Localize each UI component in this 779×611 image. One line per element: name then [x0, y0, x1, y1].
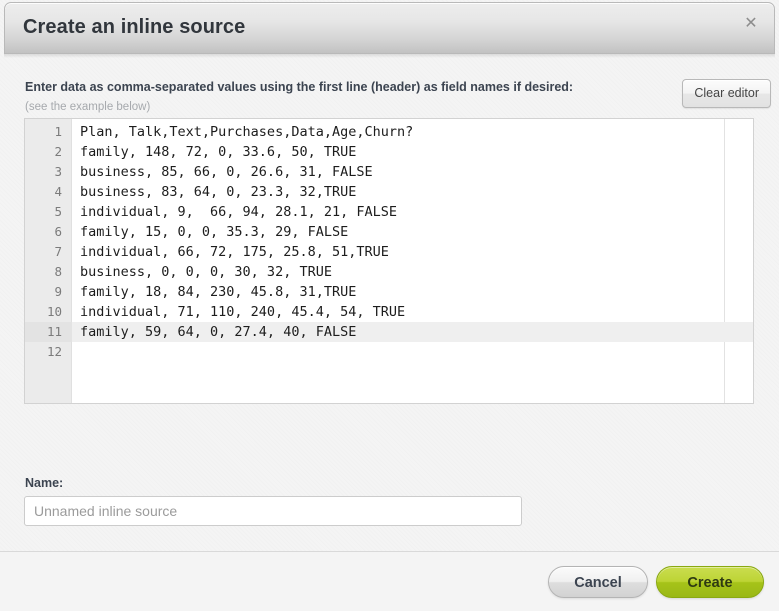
dialog-footer: Cancel Create: [0, 552, 779, 611]
editor-line-text: business, 83, 64, 0, 23.3, 32,TRUE: [80, 184, 357, 200]
clear-editor-button[interactable]: Clear editor: [682, 79, 771, 108]
name-label: Name:: [25, 476, 64, 490]
editor-line-number: 10: [46, 304, 62, 319]
editor-line[interactable]: 6 family, 15, 0, 0, 35.3, 29, FALSE: [25, 222, 753, 242]
editor-line-number: 1: [54, 124, 62, 139]
name-input[interactable]: [24, 496, 522, 526]
editor-line-number: 4: [54, 184, 62, 199]
instruction-subtext: (see the example below): [25, 101, 151, 113]
editor-line[interactable]: 10 individual, 71, 110, 240, 45.4, 54, TR…: [25, 302, 753, 322]
dialog-title: Create an inline source: [23, 16, 246, 38]
editor-line-text: individual, 71, 110, 240, 45.4, 54, TRUE: [80, 304, 406, 320]
instruction-block: Enter data as comma-separated values usi…: [25, 80, 655, 114]
editor-line[interactable]: 11 family, 59, 64, 0, 27.4, 40, FALSE: [25, 322, 753, 342]
editor-line-number: 3: [54, 164, 62, 179]
editor-line-number: 8: [54, 264, 62, 279]
close-icon[interactable]: ✕: [742, 15, 760, 33]
editor-line-number: 6: [54, 224, 62, 239]
editor-line-text: family, 59, 64, 0, 27.4, 40, FALSE: [80, 324, 357, 340]
create-button[interactable]: Create: [656, 566, 764, 598]
editor-line[interactable]: 8 business, 0, 0, 0, 30, 32, TRUE: [25, 262, 753, 282]
editor-line[interactable]: 7 individual, 66, 72, 175, 25.8, 51,TRUE: [25, 242, 753, 262]
titlebar-shadow: [4, 54, 775, 58]
editor-line[interactable]: 1 Plan, Talk,Text,Purchases,Data,Age,Chur…: [25, 122, 753, 142]
editor-line-number: 2: [54, 144, 62, 159]
create-inline-source-dialog: Create an inline source ✕ Enter data as …: [0, 0, 779, 611]
editor-line[interactable]: 12: [25, 342, 753, 362]
cancel-button[interactable]: Cancel: [548, 566, 648, 598]
editor-line[interactable]: 2 family, 148, 72, 0, 33.6, 50, TRUE: [25, 142, 753, 162]
editor-line[interactable]: 9 family, 18, 84, 230, 45.8, 31,TRUE: [25, 282, 753, 302]
editor-line[interactable]: 5 individual, 9, 66, 94, 28.1, 21, FALSE: [25, 202, 753, 222]
editor-line-text: family, 18, 84, 230, 45.8, 31,TRUE: [80, 284, 357, 300]
dialog-titlebar: Create an inline source ✕: [4, 2, 775, 54]
editor-line-text: family, 148, 72, 0, 33.6, 50, TRUE: [80, 144, 357, 160]
editor-line-text: business, 0, 0, 0, 30, 32, TRUE: [80, 264, 332, 280]
editor-line-list: 1 Plan, Talk,Text,Purchases,Data,Age,Chur…: [25, 122, 753, 362]
editor-line-number: 5: [54, 204, 62, 219]
editor-line-text: Plan, Talk,Text,Purchases,Data,Age,Churn…: [80, 124, 414, 140]
csv-code-editor[interactable]: 1 Plan, Talk,Text,Purchases,Data,Age,Chur…: [24, 118, 754, 404]
editor-line-text: family, 15, 0, 0, 35.3, 29, FALSE: [80, 224, 349, 240]
editor-line-text: individual, 9, 66, 94, 28.1, 21, FALSE: [80, 204, 397, 220]
editor-line[interactable]: 3 business, 85, 66, 0, 26.6, 31, FALSE: [25, 162, 753, 182]
editor-line[interactable]: 4 business, 83, 64, 0, 23.3, 32,TRUE: [25, 182, 753, 202]
instruction-text: Enter data as comma-separated values usi…: [25, 80, 574, 94]
editor-line-number: 11: [25, 322, 72, 342]
editor-line-text: business, 85, 66, 0, 26.6, 31, FALSE: [80, 164, 373, 180]
editor-line-number: 7: [54, 244, 62, 259]
editor-line-number: 12: [46, 344, 62, 359]
editor-line-text: individual, 66, 72, 175, 25.8, 51,TRUE: [80, 244, 389, 260]
editor-line-number: 9: [54, 284, 62, 299]
